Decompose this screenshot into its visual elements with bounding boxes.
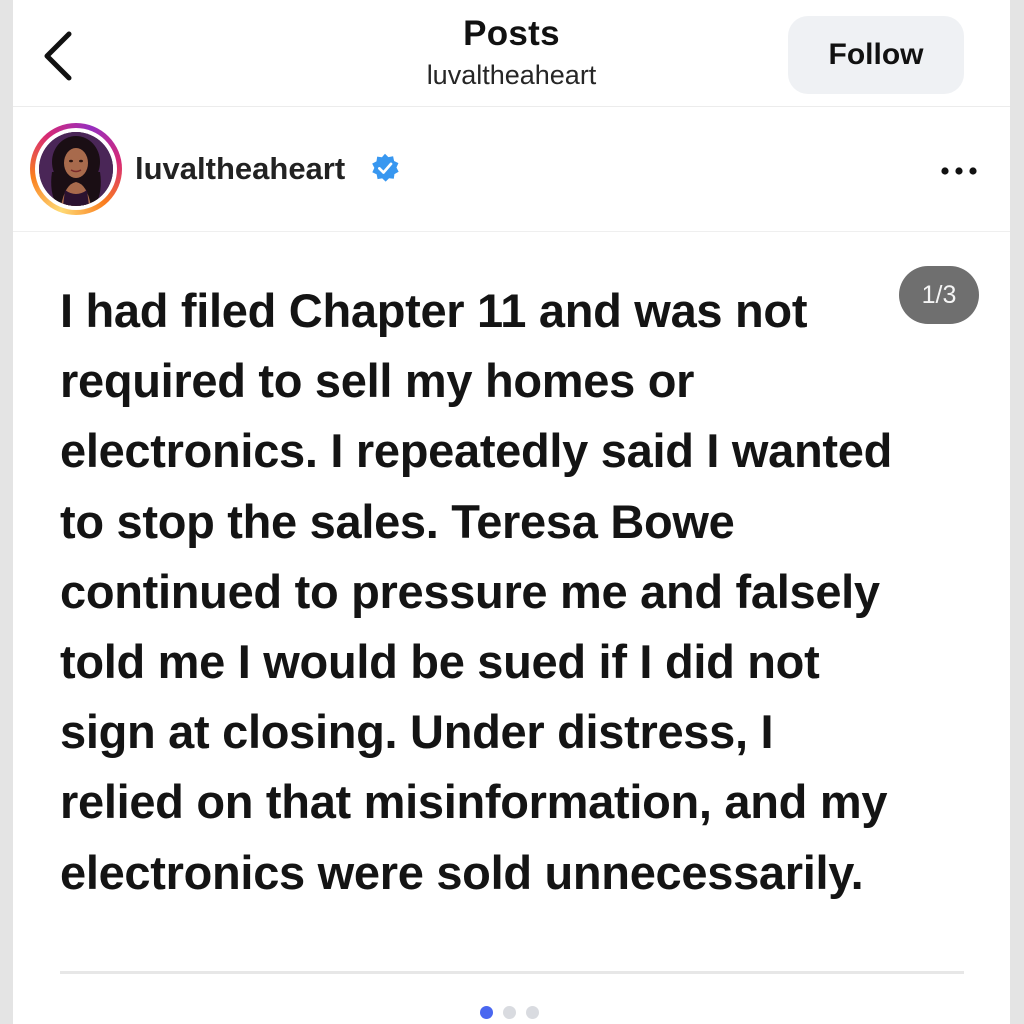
post-text-line: electronics. I repeatedly said I wanted bbox=[60, 424, 893, 478]
post-text-line: relied on that misinformation, and my bbox=[60, 775, 888, 829]
post-text-line: told me I would be sued if I did not bbox=[60, 635, 820, 689]
top-bar: Posts luvaltheaheart Follow bbox=[13, 0, 1010, 107]
post-author-row: luvaltheaheart bbox=[13, 107, 1010, 232]
post-carousel[interactable]: 1/3 I had filed Chapter 11 and was not r… bbox=[13, 232, 1010, 1024]
post-text-line: to stop the sales. Teresa Bowe bbox=[60, 487, 980, 557]
post-text-line: I had filed Chapter 11 and was not bbox=[60, 284, 808, 337]
post-text-slide: I had filed Chapter 11 and was not requi… bbox=[60, 276, 980, 908]
avatar-frame bbox=[35, 128, 117, 210]
post-text-line: continued to pressure me and falsely bbox=[60, 564, 880, 618]
carousel-dot-2[interactable] bbox=[503, 1006, 516, 1019]
avatar-portrait-icon bbox=[39, 132, 113, 206]
carousel-dots bbox=[480, 1006, 539, 1020]
post-text-line: electronics were sold unnecessarily. bbox=[60, 845, 864, 899]
avatar[interactable] bbox=[30, 123, 122, 215]
verified-badge-icon bbox=[372, 153, 399, 182]
divider bbox=[60, 971, 964, 974]
author-username[interactable]: luvaltheaheart bbox=[135, 151, 345, 187]
post-text-bold-segment: Bowe bbox=[610, 494, 735, 548]
post-screen: Posts luvaltheaheart Follow luvaltheahea… bbox=[13, 0, 1010, 1024]
more-horizontal-icon bbox=[941, 167, 977, 175]
post-text-line: sign at closing. Under distress, I bbox=[60, 705, 774, 759]
more-options-button[interactable] bbox=[933, 151, 989, 191]
post-text-segment: to stop the sales. Teresa bbox=[60, 494, 611, 548]
carousel-dot-1[interactable] bbox=[480, 1006, 493, 1019]
carousel-dot-3[interactable] bbox=[526, 1006, 539, 1019]
avatar-image bbox=[39, 132, 113, 206]
follow-button[interactable]: Follow bbox=[788, 16, 964, 94]
post-text-line: required to sell my homes or bbox=[60, 354, 695, 408]
